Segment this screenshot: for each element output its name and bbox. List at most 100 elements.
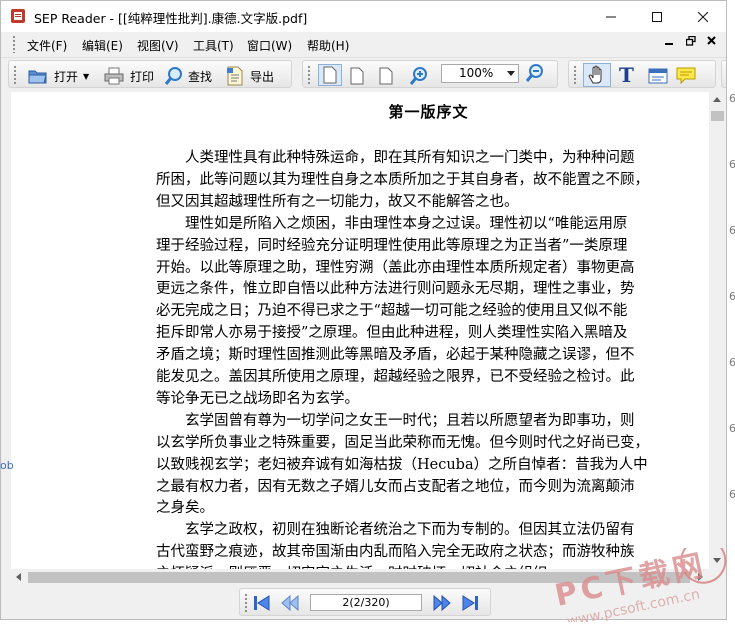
menu-tools[interactable]: 工具(T) <box>193 37 234 54</box>
text-line: 更远之条件，惟立即自悟以此种方法进行则问题永无尽期，理性之事业，势 <box>156 281 635 298</box>
background-window-text: 6 <box>729 290 735 303</box>
snapshot-icon <box>648 67 668 85</box>
previous-page-icon <box>280 594 300 616</box>
zoom-in-button[interactable] <box>409 66 429 86</box>
tools-toolbar-group: T <box>568 60 716 88</box>
background-window-text: 6 <box>729 92 735 105</box>
background-window-text: 6 <box>729 158 735 171</box>
doc-restore-icon[interactable] <box>685 35 696 49</box>
last-page-button[interactable] <box>460 594 480 612</box>
text-line: 能发见之。盖因其所使用之原理，超越经验之限界，已不受经验之检讨。此 <box>156 369 635 385</box>
menu-edit[interactable]: 编辑(E) <box>82 37 123 54</box>
menu-view[interactable]: 视图(V) <box>137 37 179 54</box>
printer-icon <box>104 67 124 85</box>
page-icon <box>379 67 393 85</box>
text-line: 开始。以此等原理之助，理性穷溯（盖此亦由理性本质所规定者）事物更高 <box>156 259 635 276</box>
first-page-icon <box>252 595 272 616</box>
toolbar-grip[interactable] <box>307 65 311 84</box>
export-label: 导出 <box>250 69 275 84</box>
text-line: 古代蛮野之痕迹，故其帝国渐由内乱而陷入完全无政府之状态；而游牧种族 <box>156 544 635 561</box>
page-icon <box>350 67 364 85</box>
menu-grip[interactable] <box>12 35 16 53</box>
vertical-scroll-thumb[interactable] <box>711 111 724 121</box>
menu-help[interactable]: 帮助(H) <box>307 37 349 54</box>
text-line: 理于经验过程，同时经验充分证明理性使用此等原理之为正当者”一类原理 <box>156 237 628 254</box>
text-line: 等论争无已之战场即名为玄学。 <box>156 390 359 407</box>
hand-icon <box>587 65 607 85</box>
export-button[interactable]: 导出 <box>226 66 274 86</box>
toolbar-overflow[interactable] <box>721 60 726 88</box>
export-document-icon <box>226 66 244 86</box>
toolbar: 打开 ▼ 打印 查找 导出 100% T <box>1 58 726 90</box>
continuous-page-button[interactable] <box>350 66 364 86</box>
title-bar: SEP Reader - [[纯粹理性批判].康德.文字版.pdf] <box>1 1 726 32</box>
facing-page-button[interactable] <box>379 66 393 86</box>
magnifier-icon <box>164 66 184 86</box>
background-window-text: 6 <box>729 488 735 501</box>
file-toolbar-group: 打开 ▼ 打印 查找 导出 <box>8 60 292 88</box>
horizontal-scroll-thumb[interactable] <box>28 572 690 583</box>
scroll-up-icon[interactable] <box>713 97 721 102</box>
open-folder-icon <box>28 67 48 85</box>
text-line: 人类理性具有此种特殊运命，即在其所有知识之一门类中，为种种问题 <box>156 150 635 166</box>
close-button[interactable] <box>680 1 726 32</box>
open-dropdown-icon[interactable]: ▼ <box>83 72 89 81</box>
find-button[interactable]: 查找 <box>164 66 212 86</box>
text-line: 拒斥即常人亦易于接授”之原理。但由此种进程，则人类理性实陷入黑暗及 <box>156 325 628 342</box>
scroll-down-icon[interactable] <box>713 558 721 563</box>
previous-page-button[interactable] <box>280 594 300 612</box>
find-label: 查找 <box>188 69 213 84</box>
text-line: 以致贱视玄学；老妇被弃诚有如海枯拔（Hecuba）之所自悼者：昔我为人中 <box>156 456 648 473</box>
text-select-icon[interactable]: T <box>619 63 634 87</box>
open-button[interactable]: 打开 ▼ <box>28 66 89 86</box>
menu-window[interactable]: 窗口(W) <box>247 37 292 54</box>
minimize-button[interactable] <box>588 1 634 32</box>
annotation-button[interactable] <box>676 66 696 86</box>
text-line: 之怀疑派，则厌恶一切安定之生活，时时破坏一切社会之组织。 <box>156 562 562 569</box>
doc-minimize-icon[interactable] <box>665 36 674 49</box>
text-line: 所困，此等问题以其为理性自身之本质所加之于其自身者，故不能置之不顾， <box>156 171 649 188</box>
scroll-left-icon[interactable] <box>16 573 21 581</box>
scroll-right-icon[interactable] <box>698 573 703 581</box>
toolbar-grip[interactable] <box>13 65 17 84</box>
note-icon <box>676 67 696 85</box>
menu-file[interactable]: 文件(F) <box>27 37 67 54</box>
page-navigation: 2(2/320) <box>239 588 491 616</box>
document-heading: 第一版序文 <box>388 103 469 121</box>
app-icon <box>10 8 26 24</box>
text-line: 之最有权力者，因有无数之子婿儿女而占支配者之地位，而今则为流离颠沛 <box>156 478 635 495</box>
document-viewport[interactable]: 第一版序文 人类理性具有此种特殊运命，即在其所有知识之一门类中，为种种问题 所困，… <box>11 92 709 569</box>
next-page-button[interactable] <box>432 594 452 612</box>
zoom-out-icon <box>525 63 545 83</box>
background-window-text: 6 <box>729 356 735 369</box>
hand-tool-button[interactable] <box>583 63 611 87</box>
vertical-scrollbar[interactable] <box>709 92 726 569</box>
page-indicator: 2(2/320) <box>342 596 390 609</box>
text-line: 理性如是所陷入之烦困，非由理性本身之过误。理性初以“唯能运用原 <box>156 215 628 232</box>
text-line: 必无完成之日；乃迫不得已求之于“超越一切可能之经验的使用且又似不能 <box>156 303 628 320</box>
print-label: 打印 <box>130 69 155 84</box>
navigation-bar: 2(2/320) <box>1 586 726 619</box>
text-line: 矛盾之境；斯时理性固推测此等黑暗及矛盾，必起于某种隐藏之误谬，但不 <box>156 347 635 364</box>
zoom-dropdown-icon[interactable] <box>507 71 515 76</box>
view-toolbar-group <box>302 60 558 88</box>
page-number-input[interactable]: 2(2/320) <box>310 594 422 611</box>
text-line: 之身矣。 <box>156 500 214 517</box>
snapshot-button[interactable] <box>648 66 668 86</box>
text-line: 玄学之政权，初则在独断论者统治之下而为专制的。但因其立法仍留有 <box>156 522 635 539</box>
horizontal-scrollbar[interactable] <box>11 569 709 586</box>
print-button[interactable]: 打印 <box>104 66 154 86</box>
maximize-button[interactable] <box>634 1 680 32</box>
zoom-select[interactable]: 100% <box>441 64 519 83</box>
toolbar-grip[interactable] <box>573 65 577 84</box>
app-window: SEP Reader - [[纯粹理性批判].康德.文字版.pdf] 文件(F)… <box>0 0 727 620</box>
doc-close-icon[interactable] <box>707 36 716 49</box>
open-label: 打开 <box>54 69 79 84</box>
toolbar-grip[interactable] <box>244 593 248 612</box>
single-page-button[interactable] <box>318 64 342 86</box>
background-window-text: ob <box>0 459 14 472</box>
zoom-value: 100% <box>459 66 494 80</box>
text-line: 玄学固曾有尊为一切学问之女王一时代；且若以所愿望者为即事功，则 <box>156 412 635 429</box>
first-page-button[interactable] <box>252 594 272 612</box>
zoom-out-button[interactable] <box>525 63 545 83</box>
